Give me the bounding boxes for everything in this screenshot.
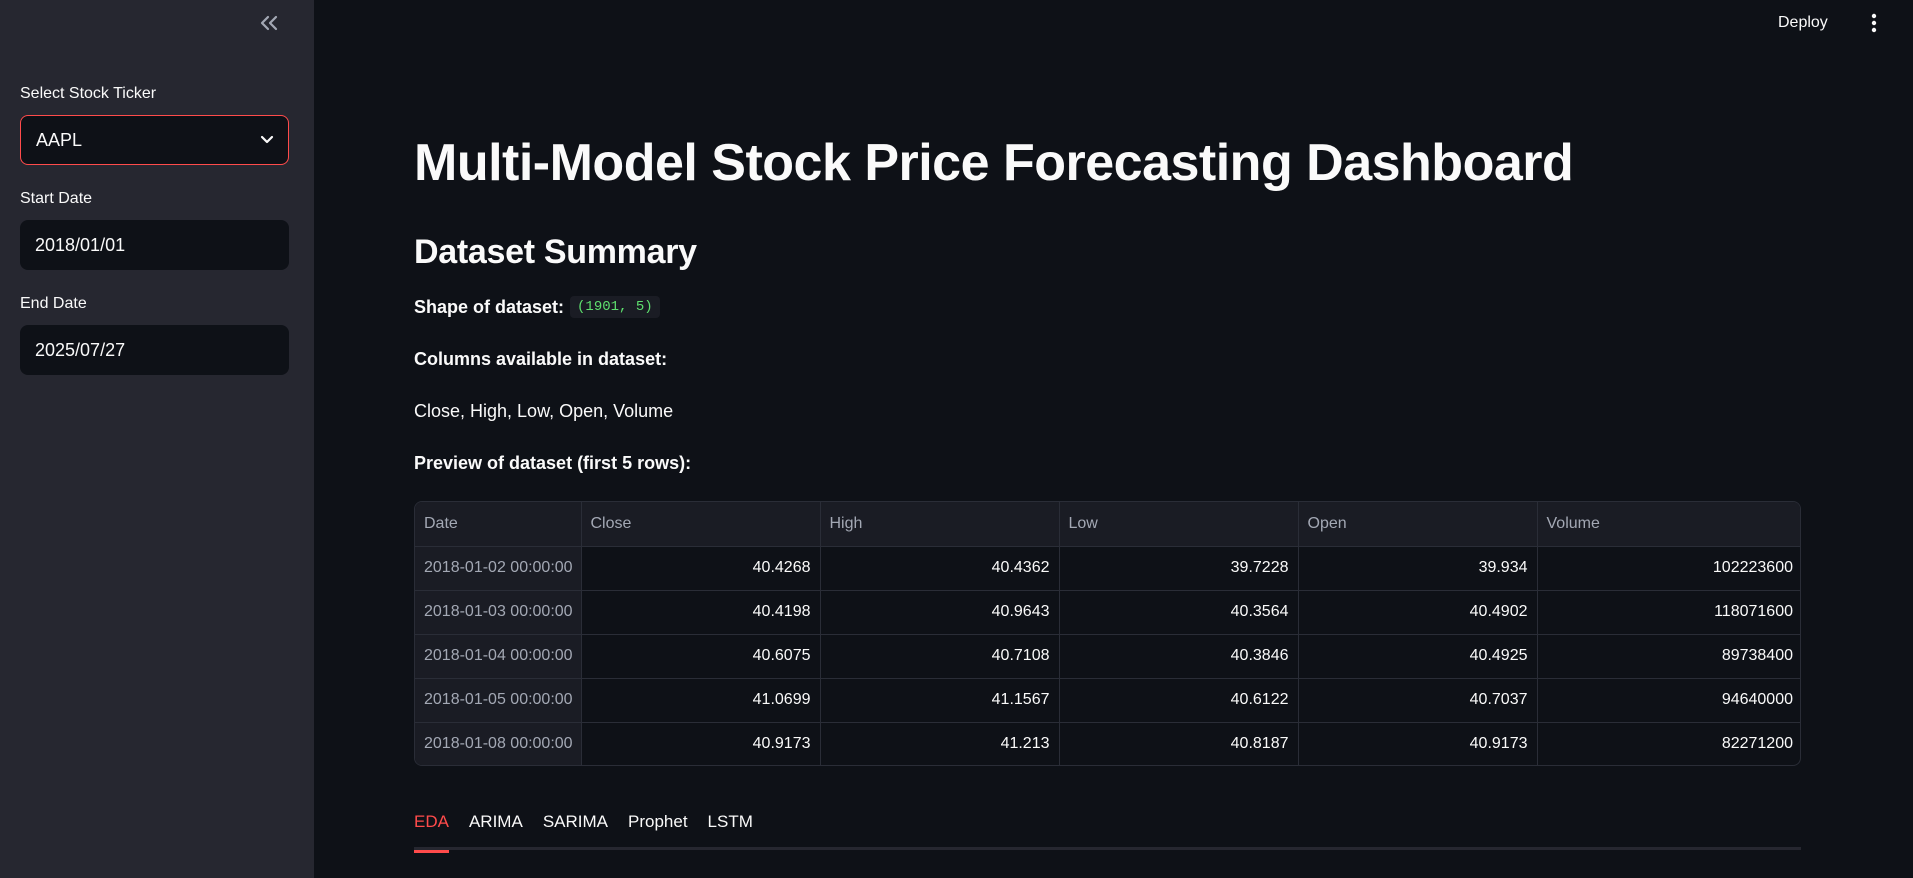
table-cell: 82271200	[1721, 735, 1793, 753]
table-cell: 40.6122	[1059, 678, 1299, 723]
table-cell: 40.3564	[1059, 590, 1299, 635]
table-row: 2018-01-05 00:00:00 41.0699 41.1567 40.6…	[415, 678, 1800, 723]
table-cell: 40.7108	[820, 634, 1060, 679]
table-cell-date: 2018-01-08 00:00:00	[415, 722, 582, 765]
table-cell: 102223600	[1537, 546, 1800, 591]
ticker-select-value: AAPL	[36, 129, 83, 150]
table-cell: 41.0699	[581, 678, 821, 723]
table-cell: 40.9173	[581, 722, 821, 765]
table-cell: 40.7037	[1298, 678, 1538, 723]
dataset-summary-heading: Dataset Summary	[414, 233, 697, 271]
double-chevron-left-icon	[260, 15, 278, 31]
table-row: 2018-01-03 00:00:00 40.4198 40.9643 40.3…	[415, 590, 1800, 635]
table-cell-date: 2018-01-04 00:00:00	[415, 634, 582, 679]
table-cell: 40.6075	[581, 634, 821, 679]
table-cell-date: 2018-01-03 00:00:00	[415, 590, 582, 635]
columns-list: Close, High, Low, Open, Volume	[414, 401, 674, 421]
collapse-sidebar-button[interactable]	[254, 10, 284, 36]
start-date-label: Start Date	[20, 190, 93, 207]
table-cell: 39.7228	[1059, 546, 1299, 591]
shape-value: (1901, 5)	[570, 296, 660, 318]
table-cell: 41.1567	[820, 678, 1060, 723]
table-cell: 118071600	[1537, 590, 1800, 635]
table-cell: 89738400	[1537, 634, 1800, 679]
column-header[interactable]: High	[820, 502, 1060, 547]
table-cell: 94640000	[1537, 678, 1800, 723]
ticker-label: Select Stock Ticker	[20, 85, 157, 102]
column-header[interactable]: Date	[415, 502, 582, 547]
sidebar: Select Stock Ticker AAPL Start Date End …	[0, 0, 314, 878]
table-cell: 40.4362	[820, 546, 1060, 591]
table-cell: 40.9643	[820, 590, 1060, 635]
app-root: Select Stock Ticker AAPL Start Date End …	[0, 0, 1913, 878]
table-cell: 40.4268	[581, 546, 821, 591]
dataset-preview-table[interactable]: Date Close High Low Open Volume 2018-01-…	[414, 501, 1801, 766]
start-date-input[interactable]	[20, 220, 289, 270]
table-cell: 40.3846	[1059, 634, 1299, 679]
tab-arima[interactable]: ARIMA	[469, 808, 523, 850]
tab-prophet[interactable]: Prophet	[628, 808, 688, 850]
ticker-select[interactable]: AAPL	[20, 115, 289, 165]
tab-lstm[interactable]: LSTM	[708, 808, 753, 850]
deploy-button[interactable]: Deploy	[1778, 10, 1828, 36]
table-row: 2018-01-02 00:00:00 40.4268 40.4362 39.7…	[415, 546, 1800, 591]
main-menu-button[interactable]	[1864, 8, 1884, 38]
chevron-down-icon	[260, 135, 274, 144]
shape-row: Shape of dataset: (1901, 5)	[414, 296, 660, 318]
model-tabs: EDA ARIMA SARIMA Prophet LSTM	[414, 808, 1801, 853]
shape-label: Shape of dataset:	[414, 296, 565, 317]
end-date-input[interactable]	[20, 325, 289, 375]
page-title: Multi-Model Stock Price Forecasting Dash…	[414, 134, 1574, 192]
table-cell: 40.9173	[1298, 722, 1538, 765]
tab-eda[interactable]: EDA	[414, 808, 449, 853]
table-cell: 41.213	[820, 722, 1060, 765]
end-date-label: End Date	[20, 295, 87, 312]
kebab-menu-icon	[1871, 13, 1877, 33]
table-cell: 40.4902	[1298, 590, 1538, 635]
column-header[interactable]: Volume	[1537, 502, 1800, 547]
column-header[interactable]: Open	[1298, 502, 1538, 547]
table-row: 2018-01-04 00:00:00 40.6075 40.7108 40.3…	[415, 634, 1800, 679]
table-cell: 40.4925	[1298, 634, 1538, 679]
preview-label: Preview of dataset (first 5 rows):	[414, 453, 692, 473]
columns-label: Columns available in dataset:	[414, 349, 668, 369]
tab-sarima[interactable]: SARIMA	[543, 808, 608, 850]
table-cell: 40.8187	[1059, 722, 1299, 765]
table-row: 2018-01-08 00:00:00 40.9173 41.213 40.81…	[415, 722, 1800, 765]
table-cell-date: 2018-01-02 00:00:00	[415, 546, 582, 591]
column-header[interactable]: Close	[581, 502, 821, 547]
table-cell: 40.4198	[581, 590, 821, 635]
table-cell: 39.934	[1298, 546, 1538, 591]
table-cell-date: 2018-01-05 00:00:00	[415, 678, 582, 723]
column-header[interactable]: Low	[1059, 502, 1299, 547]
table-header-row: Date Close High Low Open Volume	[415, 502, 1800, 547]
